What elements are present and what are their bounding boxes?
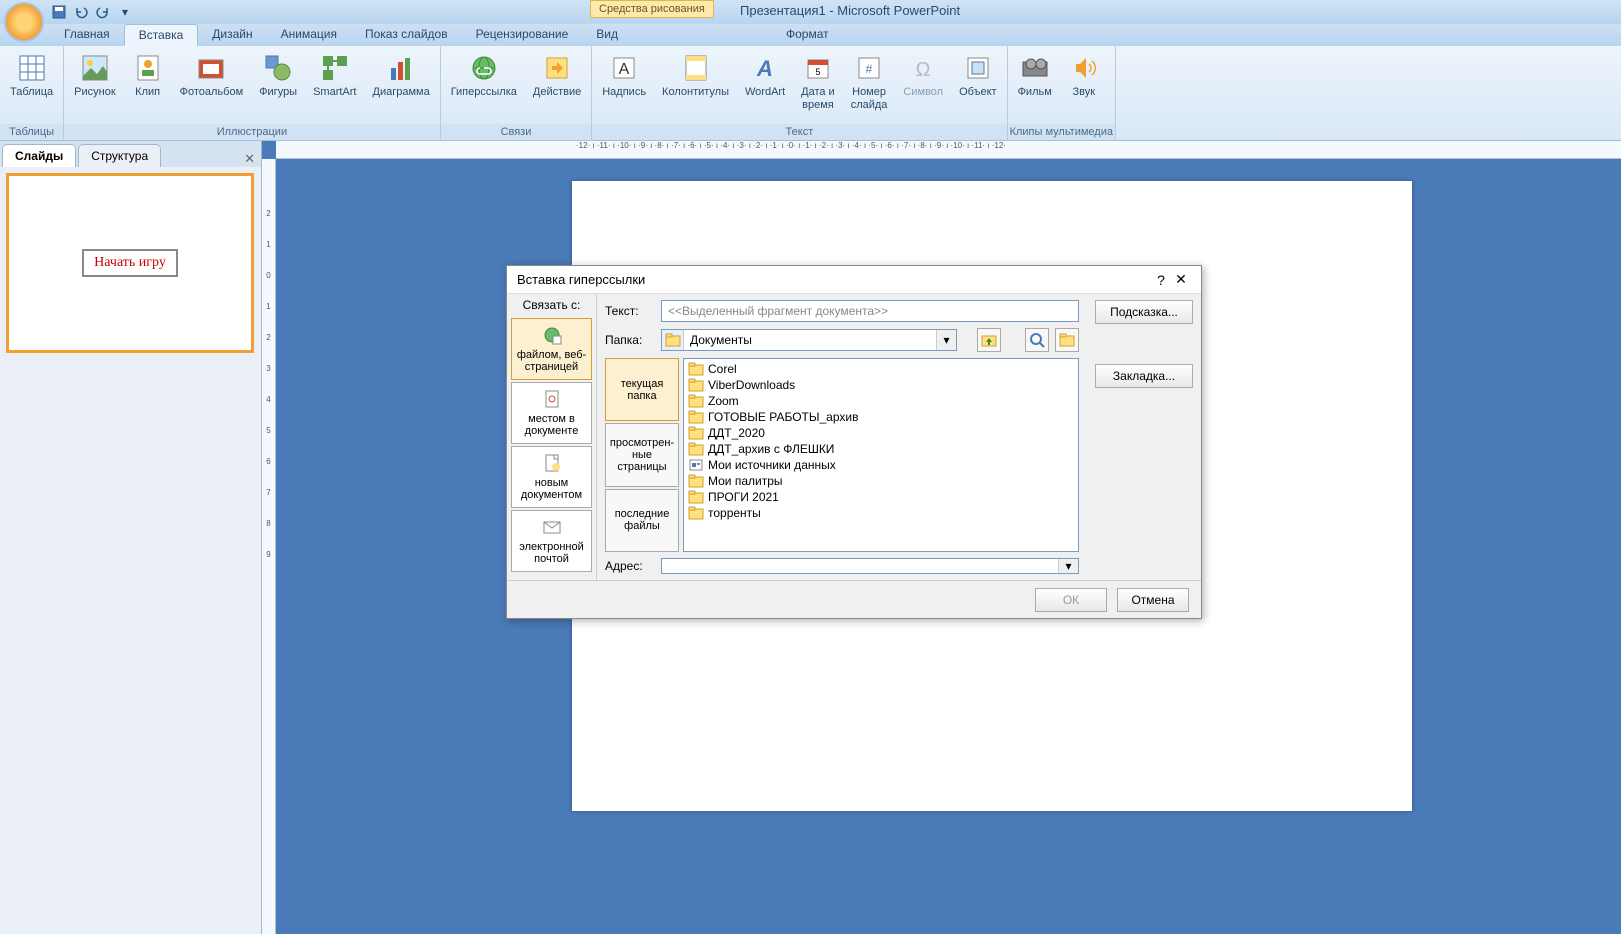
bookmark-button[interactable]: Закладка... bbox=[1095, 364, 1193, 388]
sound-button[interactable]: Звук bbox=[1064, 50, 1104, 101]
file-item[interactable]: Мои палитры bbox=[686, 473, 1076, 489]
group-media: Клипы мультимедиа bbox=[1008, 124, 1115, 140]
ok-button[interactable]: ОК bbox=[1035, 588, 1107, 612]
tab-review[interactable]: Рецензирование bbox=[462, 24, 583, 46]
file-item[interactable]: торренты bbox=[686, 505, 1076, 521]
symbol-button: ΩСимвол bbox=[899, 50, 947, 101]
redo-icon[interactable] bbox=[94, 3, 112, 21]
smartart-button[interactable]: SmartArt bbox=[309, 50, 360, 101]
date-time-button[interactable]: 5Дата и время bbox=[797, 50, 839, 114]
picture-button[interactable]: Рисунок bbox=[70, 50, 120, 101]
shapes-button[interactable]: Фигуры bbox=[255, 50, 301, 101]
nav-visited-pages[interactable]: просмотрен- ные страницы bbox=[605, 423, 679, 486]
slide-panel: Слайды Структура ✕ Начать игру bbox=[0, 141, 262, 934]
svg-text:A: A bbox=[756, 56, 773, 81]
dialog-title: Вставка гиперссылки bbox=[517, 272, 645, 287]
thumb-text: Начать игру bbox=[82, 249, 178, 277]
action-button[interactable]: Действие bbox=[529, 50, 585, 101]
close-icon[interactable]: ✕ bbox=[1171, 271, 1191, 288]
clipart-button[interactable]: Клип bbox=[128, 50, 168, 101]
address-label: Адрес: bbox=[605, 559, 655, 573]
ribbon-tabs: Главная Вставка Дизайн Анимация Показ сл… bbox=[0, 24, 1621, 46]
tab-slideshow[interactable]: Показ слайдов bbox=[351, 24, 462, 46]
link-to-place[interactable]: местом в документе bbox=[511, 382, 592, 444]
link-to-label: Связать с: bbox=[511, 298, 592, 312]
group-text: Текст bbox=[592, 124, 1006, 140]
file-item[interactable]: ViberDownloads bbox=[686, 377, 1076, 393]
group-illustrations: Иллюстрации bbox=[64, 124, 440, 140]
header-footer-button[interactable]: Колонтитулы bbox=[658, 50, 733, 101]
wordart-button[interactable]: AWordArt bbox=[741, 50, 789, 101]
file-item[interactable]: Corel bbox=[686, 361, 1076, 377]
cancel-button[interactable]: Отмена bbox=[1117, 588, 1189, 612]
horizontal-ruler: ·12· ı ·11· ı ·10· ı ·9· ı ·8· ı ·7· ı ·… bbox=[276, 141, 1621, 159]
folder-combo[interactable]: Документы ▾ bbox=[661, 329, 957, 351]
undo-icon[interactable] bbox=[72, 3, 90, 21]
photoalbum-button[interactable]: Фотоальбом bbox=[176, 50, 248, 101]
file-item[interactable]: ДДТ_архив с ФЛЕШКИ bbox=[686, 441, 1076, 457]
file-list[interactable]: CorelViberDownloadsZoomГОТОВЫЕ РАБОТЫ_ар… bbox=[683, 358, 1079, 552]
browse-file-icon[interactable] bbox=[1055, 328, 1079, 352]
file-item[interactable]: ДДТ_2020 bbox=[686, 425, 1076, 441]
save-icon[interactable] bbox=[50, 3, 68, 21]
tab-design[interactable]: Дизайн bbox=[198, 24, 266, 46]
address-input[interactable]: ▾ bbox=[661, 558, 1079, 574]
insert-hyperlink-dialog: Вставка гиперссылки ? ✕ Связать с: файло… bbox=[506, 265, 1202, 619]
link-to-email[interactable]: электронной почтой bbox=[511, 510, 592, 572]
tab-animation[interactable]: Анимация bbox=[267, 24, 351, 46]
text-label: Текст: bbox=[605, 304, 655, 318]
movie-button[interactable]: Фильм bbox=[1014, 50, 1056, 101]
tab-view[interactable]: Вид bbox=[582, 24, 632, 46]
up-folder-icon[interactable] bbox=[977, 328, 1001, 352]
chart-button[interactable]: Диаграмма bbox=[369, 50, 434, 101]
screentip-button[interactable]: Подсказка... bbox=[1095, 300, 1193, 324]
document-target-icon bbox=[542, 389, 562, 409]
title-bar: ▾ Средства рисования Презентация1 - Micr… bbox=[0, 0, 1621, 24]
file-item[interactable]: ПРОГИ 2021 bbox=[686, 489, 1076, 505]
link-to-newdoc[interactable]: новым документом bbox=[511, 446, 592, 508]
group-links: Связи bbox=[441, 124, 592, 140]
file-item[interactable]: ГОТОВЫЕ РАБОТЫ_архив bbox=[686, 409, 1076, 425]
drawing-tools-tab: Средства рисования bbox=[590, 0, 714, 18]
qat-dropdown-icon[interactable]: ▾ bbox=[116, 3, 134, 21]
nav-current-folder[interactable]: текущая папка bbox=[605, 358, 679, 421]
tab-format[interactable]: Формат bbox=[772, 24, 843, 46]
svg-text:#: # bbox=[866, 62, 873, 76]
globe-page-icon bbox=[542, 325, 562, 345]
folder-label: Папка: bbox=[605, 333, 655, 347]
group-tables: Таблицы bbox=[0, 124, 63, 140]
help-icon[interactable]: ? bbox=[1151, 272, 1171, 288]
tab-insert[interactable]: Вставка bbox=[124, 24, 199, 46]
object-button[interactable]: Объект bbox=[955, 50, 1000, 101]
email-icon bbox=[542, 517, 562, 537]
svg-text:5: 5 bbox=[815, 67, 820, 77]
ribbon: Таблица Таблицы Рисунок Клип Фотоальбом … bbox=[0, 46, 1621, 141]
slide-thumbnail-1[interactable]: Начать игру bbox=[6, 173, 254, 353]
close-pane-icon[interactable]: ✕ bbox=[244, 151, 255, 167]
nav-recent-files[interactable]: последние файлы bbox=[605, 489, 679, 552]
link-to-file[interactable]: файлом, веб- страницей bbox=[511, 318, 592, 380]
file-item[interactable]: Zoom bbox=[686, 393, 1076, 409]
slide-number-button[interactable]: #Номер слайда bbox=[847, 50, 892, 114]
tab-slides[interactable]: Слайды bbox=[2, 144, 76, 167]
hyperlink-button[interactable]: Гиперссылка bbox=[447, 50, 521, 101]
file-item[interactable]: Мои источники данных bbox=[686, 457, 1076, 473]
app-title: Презентация1 - Microsoft PowerPoint bbox=[740, 3, 960, 18]
table-button[interactable]: Таблица bbox=[6, 50, 57, 101]
vertical-ruler: 210123456789 bbox=[262, 159, 276, 934]
new-document-icon bbox=[542, 453, 562, 473]
tab-home[interactable]: Главная bbox=[50, 24, 124, 46]
dialog-title-bar[interactable]: Вставка гиперссылки ? ✕ bbox=[507, 266, 1201, 294]
textbox-button[interactable]: AНадпись bbox=[598, 50, 650, 101]
tab-outline[interactable]: Структура bbox=[78, 144, 161, 167]
svg-text:Ω: Ω bbox=[916, 59, 931, 81]
office-button[interactable] bbox=[4, 2, 44, 42]
chevron-down-icon[interactable]: ▾ bbox=[1058, 559, 1078, 573]
browse-web-icon[interactable] bbox=[1025, 328, 1049, 352]
svg-text:A: A bbox=[619, 61, 630, 78]
documents-folder-icon bbox=[662, 330, 684, 350]
chevron-down-icon[interactable]: ▾ bbox=[936, 330, 956, 350]
display-text-input[interactable]: <<Выделенный фрагмент документа>> bbox=[661, 300, 1079, 322]
